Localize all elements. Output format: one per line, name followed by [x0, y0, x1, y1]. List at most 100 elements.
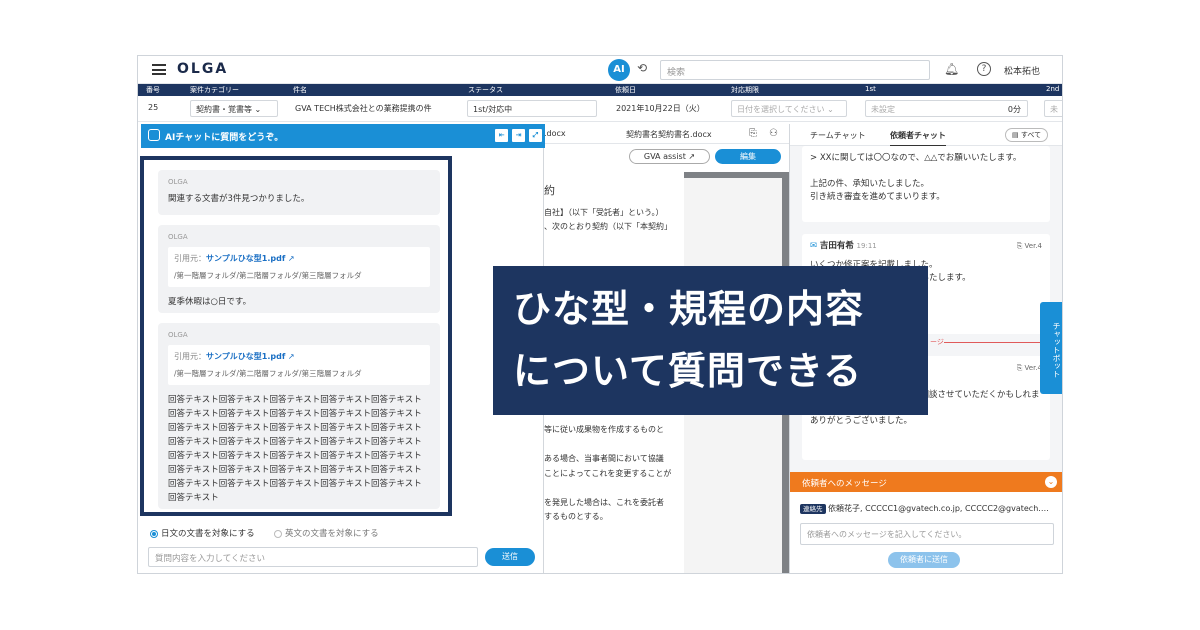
- col-first: 1st: [865, 85, 876, 93]
- row-subject[interactable]: GVA TECH株式会社との業務提携の件: [295, 103, 432, 114]
- category-select[interactable]: 契約書・覚書等 ⌄: [190, 100, 278, 117]
- message-text: 関連する文書が3件見つかりました。: [168, 194, 310, 204]
- ai-chat-messages: OLGA 関連する文書が3件見つかりました。 OLGA 引用元：サンプルひな型1…: [140, 156, 452, 516]
- document-line: 約: [544, 184, 555, 197]
- col-status: ステータス: [468, 86, 503, 94]
- top-bar: OLGA AI ⟲ 検索 🔔︎ ? 松本拓也: [138, 56, 1062, 84]
- message-sender: OLGA: [168, 178, 188, 186]
- chatbot-side-tab[interactable]: チャットボット: [1040, 302, 1062, 394]
- user-icon[interactable]: ⚇: [769, 128, 778, 139]
- citation-path: /第一階層フォルダ/第二階層フォルダ/第三階層フォルダ: [174, 369, 362, 378]
- question-input[interactable]: 質問内容を入力してください: [148, 547, 478, 567]
- mail-icon: ✉: [810, 241, 818, 251]
- ai-chat-title: AIチャットに質問をどうぞ。: [165, 133, 284, 143]
- menu-icon[interactable]: [152, 64, 166, 75]
- logo: OLGA: [177, 61, 229, 77]
- promo-line-2: について質問できる: [513, 349, 863, 393]
- external-link-icon[interactable]: ↗: [288, 254, 295, 263]
- send-to-client-button[interactable]: 依頼者に送信: [888, 552, 960, 568]
- message-card: > XXに関しては〇〇なので、△△でお願いいたします。 上記の件、承知いたしまし…: [802, 146, 1050, 222]
- collapse-right-icon[interactable]: ⇥: [512, 129, 525, 142]
- col-deadline: 対応期限: [731, 86, 759, 94]
- document-line: ある場合、当事者間において協議: [544, 454, 664, 463]
- recipient-list: 依頼花子, CCCCC1@gvatech.co.jp, CCCCC2@gvate…: [828, 504, 1049, 513]
- file-icon[interactable]: ⎘: [749, 128, 757, 139]
- chat-message: OLGA 引用元：サンプルひな型1.pdf ↗ /第一階層フォルダ/第二階層フォ…: [158, 323, 440, 509]
- first-assignee-select[interactable]: 未設定 0分: [865, 100, 1028, 117]
- col-request-date: 依頼日: [615, 86, 636, 94]
- message-text: 夏季休暇は○日です。: [168, 297, 252, 307]
- radio-japanese[interactable]: [150, 529, 158, 538]
- message-line: 上記の件、承知いたしました。: [810, 179, 930, 189]
- search-input[interactable]: 検索: [660, 60, 930, 80]
- send-button[interactable]: 送信: [485, 548, 535, 566]
- message-line: > XXに関しては〇〇なので、△△でお願いいたします。: [810, 153, 1022, 163]
- ai-chat-header: AIチャットに質問をどうぞ。 ⇤ ⇥ ⤢: [141, 124, 545, 148]
- citation: 引用元：サンプルひな型1.pdf ↗ /第一階層フォルダ/第二階層フォルダ/第三…: [168, 345, 430, 385]
- citation: 引用元：サンプルひな型1.pdf ↗ /第一階層フォルダ/第二階層フォルダ/第三…: [168, 247, 430, 287]
- chat-message: OLGA 関連する文書が3件見つかりました。: [158, 170, 440, 215]
- chat-icon: [148, 129, 160, 141]
- chevron-down-icon[interactable]: ⌄: [1045, 476, 1057, 488]
- message-sender: OLGA: [168, 233, 188, 241]
- table-row: 25 契約書・覚書等 ⌄ GVA TECH株式会社との業務提携の件 1st/対応…: [138, 96, 1062, 122]
- doc-tab-1[interactable]: .docx: [544, 129, 566, 138]
- expand-icon[interactable]: ⤢: [529, 129, 542, 142]
- ai-search-toggle-icon[interactable]: ⟲: [637, 61, 647, 75]
- version-badge[interactable]: ⎘ Ver.4: [1017, 240, 1042, 253]
- client-message-input[interactable]: 依頼者へのメッセージを記入してください。: [800, 523, 1054, 545]
- chat-message: OLGA 引用元：サンプルひな型1.pdf ↗ /第一階層フォルダ/第二階層フォ…: [158, 225, 440, 313]
- document-line: ことによってこれを変更することが: [544, 468, 672, 478]
- document-tabs: .docx 契約書名契約書名.docx ⎘ ⚇: [544, 124, 789, 144]
- radio-japanese-label: 日文の文書を対象にする: [161, 529, 255, 539]
- doc-tab-2[interactable]: 契約書名契約書名.docx: [626, 129, 712, 140]
- promo-overlay: ひな型・規程の内容 について質問できる: [493, 266, 928, 415]
- edit-button[interactable]: 編集: [715, 149, 781, 164]
- message-line: [810, 165, 1042, 178]
- version-badge[interactable]: ⎘ Ver.4: [1017, 362, 1042, 375]
- language-options: 日文の文書を対象にする 英文の文書を対象にする: [150, 527, 379, 539]
- message-line: ありがとうございました。: [810, 416, 913, 426]
- user-name[interactable]: 松本拓也: [1004, 64, 1040, 77]
- first-time: 0分: [1007, 105, 1021, 114]
- radio-english-label: 英文の文書を対象にする: [285, 529, 379, 539]
- tab-team-chat[interactable]: チームチャット: [810, 130, 866, 141]
- status-select[interactable]: 1st/対応中: [467, 100, 597, 117]
- ai-chat-panel: AIチャットに質問をどうぞ。 ⇤ ⇥ ⤢ OLGA 関連する文書が3件見つかりま…: [138, 124, 545, 573]
- promo-line-1: ひな型・規程の内容: [513, 287, 865, 331]
- table-header: 番号 案件カテゴリー 件名 ステータス 依頼日 対応期限 1st 2nd: [138, 84, 1062, 96]
- row-no: 25: [148, 103, 159, 112]
- tab-client-chat[interactable]: 依頼者チャット: [890, 130, 946, 147]
- document-line: を発見した場合は、これを委託者: [544, 497, 664, 507]
- chat-tabs: チームチャット 依頼者チャット ▤ すべて: [790, 124, 1062, 147]
- client-message-area: 連絡先 依頼花子, CCCCC1@gvatech.co.jp, CCCCC2@g…: [790, 492, 1062, 573]
- bell-icon[interactable]: 🔔︎: [944, 62, 959, 76]
- citation-link[interactable]: サンプルひな型1.pdf: [206, 254, 285, 263]
- deadline-date-picker[interactable]: 日付を選択してください ⌄: [731, 100, 847, 117]
- ai-icon[interactable]: AI: [608, 59, 630, 81]
- gva-assist-button[interactable]: GVA assist ↗: [629, 149, 710, 164]
- document-line: 、次のとおり契約（以下「本契約」: [544, 222, 672, 231]
- citation-link[interactable]: サンプルひな型1.pdf: [206, 352, 285, 361]
- recipients: 連絡先 依頼花子, CCCCC1@gvatech.co.jp, CCCCC2@g…: [800, 503, 1049, 514]
- filter-all-button[interactable]: ▤ すべて: [1005, 128, 1049, 142]
- radio-english[interactable]: [274, 529, 282, 538]
- external-link-icon[interactable]: ↗: [288, 352, 295, 361]
- help-icon[interactable]: ?: [977, 62, 991, 76]
- document-line: するものとする。: [544, 512, 608, 521]
- message-time: 19:11: [856, 242, 877, 250]
- document-line: 自社】（以下「受託者」という。）: [544, 207, 664, 217]
- col-no: 番号: [146, 86, 160, 94]
- citation-path: /第一階層フォルダ/第二階層フォルダ/第三階層フォルダ: [174, 271, 362, 280]
- message-text: 回答テキスト回答テキスト回答テキスト回答テキスト回答テキスト回答テキスト回答テキ…: [168, 395, 422, 503]
- collapse-left-icon[interactable]: ⇤: [495, 129, 508, 142]
- col-second: 2nd: [1046, 85, 1060, 93]
- document-line: 等に従い成果物を作成するものと: [544, 425, 664, 434]
- row-request-date: 2021年10月22日（火）: [616, 104, 705, 113]
- col-category: 案件カテゴリー: [190, 86, 239, 94]
- col-subject: 件名: [293, 86, 307, 94]
- client-message-header[interactable]: 依頼者へのメッセージ ⌄: [790, 472, 1062, 492]
- recipient-badge: 連絡先: [800, 504, 826, 514]
- second-assignee-select[interactable]: 未: [1044, 100, 1062, 117]
- message-line: 引き続き審査を進めてまいります。: [810, 192, 945, 202]
